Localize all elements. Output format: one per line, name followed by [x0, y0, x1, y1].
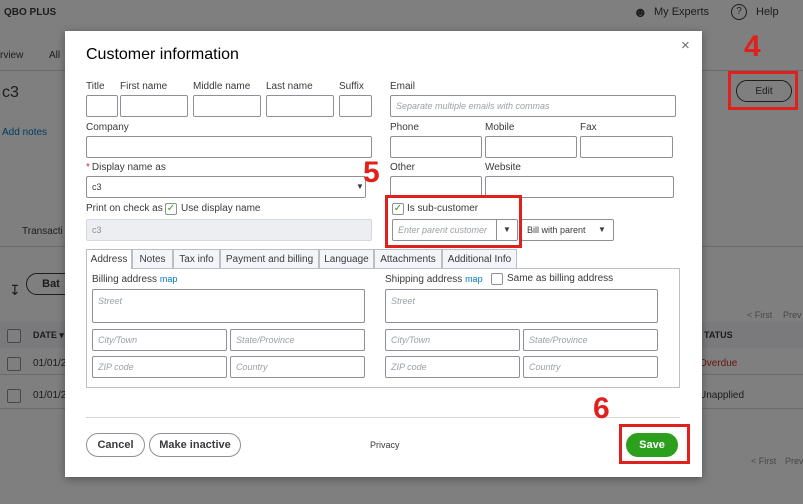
middle-name-field[interactable] — [193, 95, 261, 117]
chevron-down-icon[interactable]: ▼ — [598, 225, 606, 234]
shipping-city-field[interactable]: City/Town — [385, 329, 520, 351]
make-inactive-button[interactable]: Make inactive — [149, 433, 241, 457]
mobile-label: Mobile — [485, 122, 515, 133]
tab-notes[interactable]: Notes — [132, 249, 173, 268]
company-field[interactable] — [86, 136, 372, 158]
title-field[interactable] — [86, 95, 118, 117]
billing-city-field[interactable]: City/Town — [92, 329, 227, 351]
same-as-billing-checkbox[interactable] — [491, 273, 503, 285]
website-label: Website — [485, 162, 521, 173]
email-field[interactable]: Separate multiple emails with commas — [390, 95, 676, 117]
last-name-label: Last name — [266, 81, 313, 92]
checkmark-icon: ✓ — [166, 203, 176, 214]
sub-customer-highlight-box — [385, 195, 522, 248]
title-label: Title — [86, 81, 105, 92]
step-4-label: 4 — [744, 30, 761, 63]
tab-payment-and-billing[interactable]: Payment and billing — [220, 249, 319, 268]
shipping-map-link[interactable]: map — [465, 274, 483, 284]
other-label: Other — [390, 162, 416, 173]
email-label: Email — [390, 81, 416, 92]
shipping-zip-field[interactable]: ZIP code — [385, 356, 520, 378]
step-5-label: 5 — [363, 156, 380, 189]
billing-address-label: Billing address map — [92, 274, 178, 285]
fax-field[interactable] — [580, 136, 673, 158]
suffix-label: Suffix — [339, 81, 364, 92]
display-name-label: * Display name as — [86, 162, 166, 173]
shipping-street-field[interactable]: Street — [385, 289, 658, 323]
billing-street-field[interactable]: Street — [92, 289, 365, 323]
suffix-field[interactable] — [339, 95, 372, 117]
billing-map-link[interactable]: map — [160, 274, 178, 284]
dialog-title: Customer information — [86, 46, 239, 63]
fax-label: Fax — [580, 122, 597, 133]
middle-name-label: Middle name — [193, 81, 251, 92]
save-highlight-box — [619, 424, 690, 464]
billing-country-field[interactable]: Country — [230, 356, 365, 378]
privacy-link[interactable]: Privacy — [370, 440, 400, 450]
display-name-field[interactable]: c3 — [86, 176, 366, 198]
billing-zip-field[interactable]: ZIP code — [92, 356, 227, 378]
shipping-country-field[interactable]: Country — [523, 356, 658, 378]
tab-attachments[interactable]: Attachments — [374, 249, 442, 268]
step-6-label: 6 — [593, 392, 610, 425]
use-display-name-checkbox[interactable]: ✓ — [165, 203, 177, 215]
phone-field[interactable] — [390, 136, 482, 158]
billing-state-field[interactable]: State/Province — [230, 329, 365, 351]
first-name-label: First name — [120, 81, 168, 92]
tab-tax-info[interactable]: Tax info — [173, 249, 220, 268]
phone-label: Phone — [390, 122, 419, 133]
print-on-check-field: c3 — [86, 219, 372, 241]
shipping-state-field[interactable]: State/Province — [523, 329, 658, 351]
last-name-field[interactable] — [266, 95, 334, 117]
same-as-billing-label: Same as billing address — [507, 273, 614, 284]
use-display-name-label: Use display name — [181, 203, 261, 214]
tab-additional-info[interactable]: Additional Info — [442, 249, 517, 268]
first-name-field[interactable] — [120, 95, 188, 117]
edit-highlight-box — [728, 71, 798, 110]
cancel-button[interactable]: Cancel — [86, 433, 145, 457]
tab-address[interactable]: Address — [86, 249, 132, 269]
mobile-field[interactable] — [485, 136, 577, 158]
close-icon[interactable]: × — [681, 37, 690, 54]
tab-language[interactable]: Language — [319, 249, 374, 268]
print-on-check-label: Print on check as — [86, 203, 163, 214]
company-label: Company — [86, 122, 129, 133]
footer-divider — [86, 417, 680, 418]
shipping-address-label: Shipping address map — [385, 274, 483, 285]
